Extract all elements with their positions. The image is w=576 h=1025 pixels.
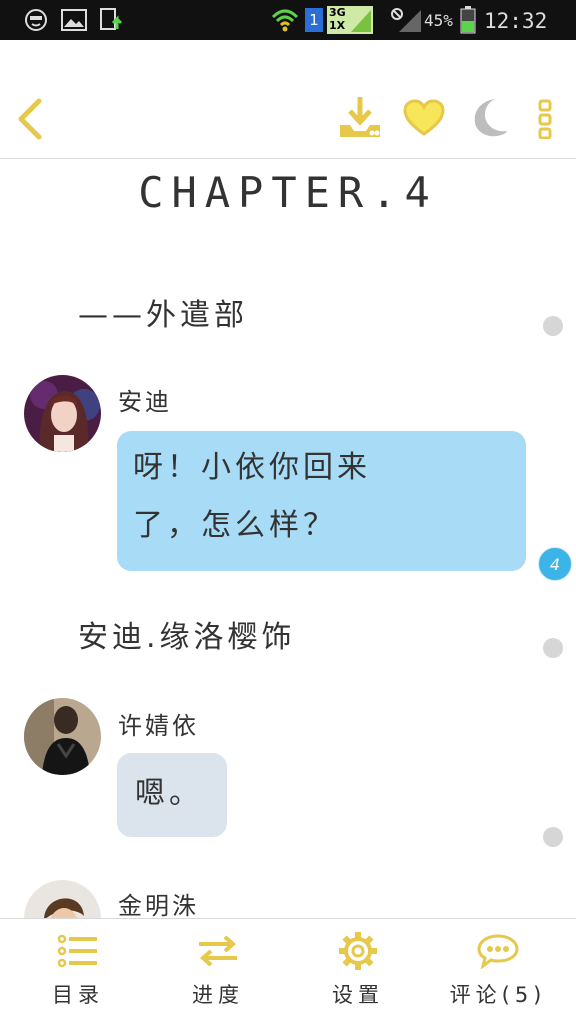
signal-icon	[388, 6, 424, 34]
message-bubble: 嗯。	[117, 753, 227, 837]
paragraph-comment-dot[interactable]	[543, 316, 563, 336]
chapter-title: CHAPTER.4	[138, 168, 438, 217]
sim-badge: 1	[304, 6, 324, 34]
reader-toolbar	[0, 40, 576, 159]
sim-number-text: 1	[305, 8, 323, 32]
message-line: 呀！小依你回来	[133, 450, 371, 485]
night-mode-button[interactable]	[466, 94, 512, 142]
message-line: 了，怎么样？	[133, 508, 337, 543]
nav-label: 目录	[52, 983, 104, 1007]
comment-count-badge[interactable]: 4	[538, 547, 572, 581]
nav-contents[interactable]: 目录	[6, 919, 150, 1025]
wifi-icon	[270, 6, 300, 34]
speaker-name: 许婧依	[118, 712, 199, 740]
network-3g-text: 3G	[329, 6, 346, 19]
paragraph-comment-dot[interactable]	[543, 827, 563, 847]
battery-icon	[458, 6, 478, 34]
message-bubble: 呀！小依你回来 了，怎么样？	[117, 431, 526, 571]
progress-arrows-icon	[197, 931, 239, 971]
bottom-nav: 目录 进度 设置 评论(5)	[0, 918, 576, 1025]
heart-icon	[403, 99, 445, 136]
more-icon	[538, 99, 552, 139]
paragraph-comment-dot[interactable]	[543, 638, 563, 658]
status-bar: 1 3G 1X 45% 12:32	[0, 0, 576, 40]
status-time: 12:32	[484, 9, 548, 33]
nav-settings[interactable]: 设置	[286, 919, 430, 1025]
nav-comments[interactable]: 评论(5)	[426, 919, 570, 1025]
speaker-name: 金明洙	[118, 892, 199, 920]
more-button[interactable]	[530, 94, 560, 144]
image-notification-icon	[60, 6, 88, 34]
nav-label: 设置	[332, 983, 384, 1007]
network-1x-text: 1X	[329, 19, 346, 32]
nav-label: 进度	[192, 983, 244, 1007]
back-button[interactable]	[8, 94, 52, 144]
download-button[interactable]	[334, 92, 386, 144]
list-icon	[57, 931, 99, 971]
face-notification-icon	[22, 6, 50, 34]
download-icon	[340, 97, 380, 137]
narration-text: ——外遣部	[78, 298, 248, 333]
speaker-name: 安迪	[118, 388, 172, 416]
comment-icon	[477, 931, 519, 971]
gear-icon	[338, 931, 378, 971]
network-type-badge: 3G 1X	[326, 6, 374, 34]
avatar[interactable]	[24, 698, 101, 775]
night-mode-icon	[474, 99, 507, 137]
narration-text: 安迪.缘洛樱饰	[78, 620, 296, 655]
favorite-button[interactable]	[400, 94, 448, 142]
battery-percent: 45%	[424, 11, 453, 30]
message-line: 嗯。	[135, 776, 203, 811]
avatar[interactable]	[24, 375, 101, 452]
nav-label: 评论(5)	[449, 983, 547, 1007]
update-notification-icon	[98, 6, 126, 34]
back-icon	[18, 98, 42, 140]
nav-progress[interactable]: 进度	[146, 919, 290, 1025]
